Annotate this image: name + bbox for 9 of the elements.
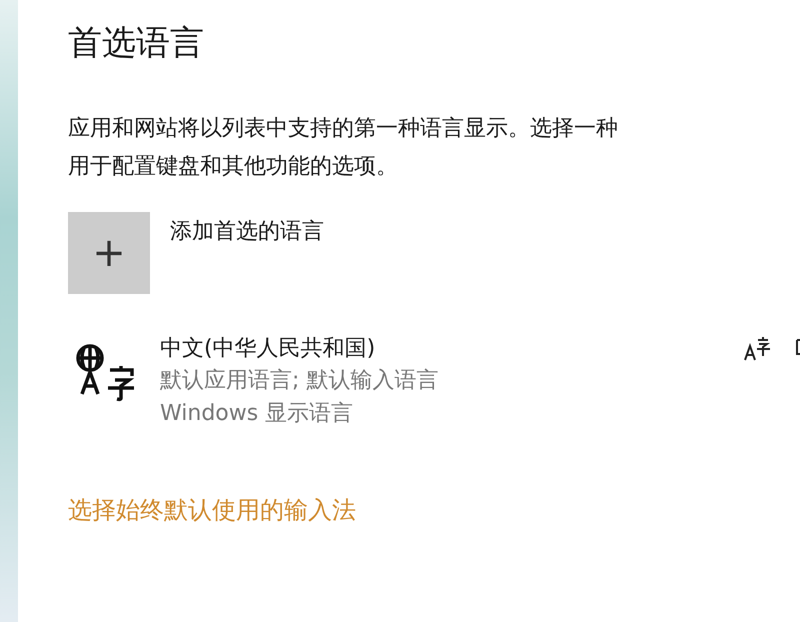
language-name[interactable]: 中文(中华人民共和国) <box>160 334 438 364</box>
description-text: 用于配置键盘和其他功能的选项。 <box>68 153 398 181</box>
description-text: 应用和网站将以列表中支持的第一种语言显示。选择一种 <box>68 115 618 143</box>
language-options-icon[interactable] <box>743 336 771 362</box>
section-heading: 首选语言 <box>68 22 205 65</box>
add-language-label[interactable]: 添加首选的语言 <box>170 216 324 246</box>
language-detail: 默认应用语言; 默认输入语言 <box>160 367 438 395</box>
language-detail: Windows 显示语言 <box>160 400 354 428</box>
add-button[interactable]: + <box>68 212 150 294</box>
